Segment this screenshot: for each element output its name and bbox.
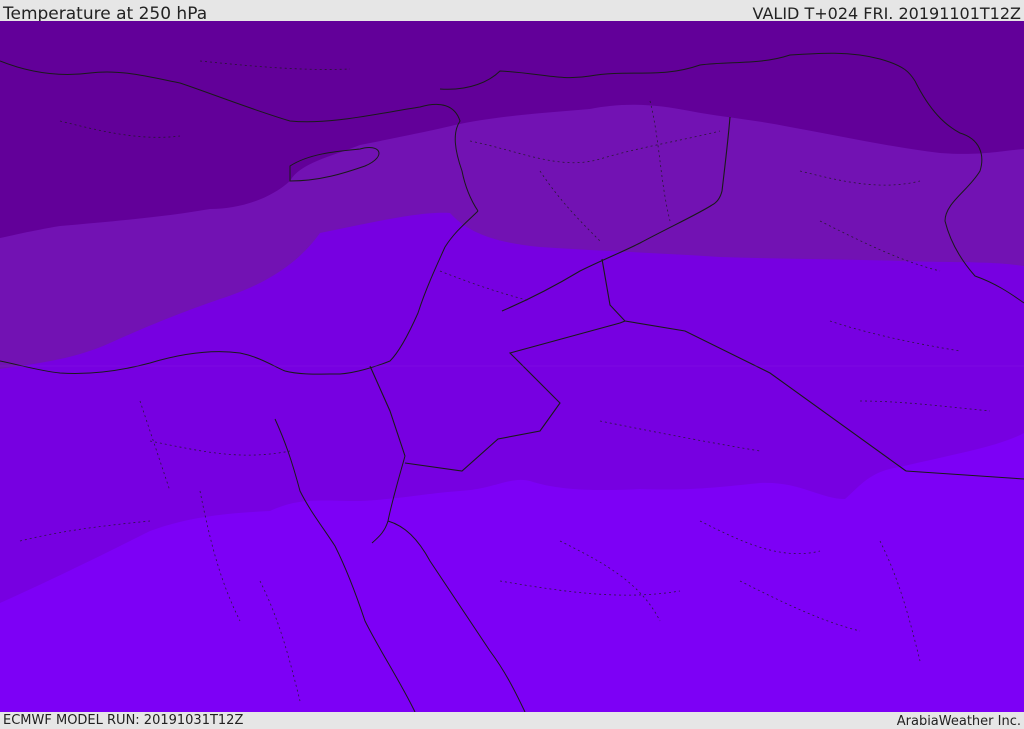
model-run-label: ECMWF MODEL RUN: 20191031T12Z bbox=[3, 713, 244, 728]
temperature-map-svg bbox=[0, 21, 1024, 712]
credit-label: ArabiaWeather Inc. bbox=[896, 714, 1021, 729]
map-footer: ECMWF MODEL RUN: 20191031T12Z ArabiaWeat… bbox=[0, 712, 1024, 729]
map-title: Temperature at 250 hPa bbox=[3, 4, 208, 21]
map-header: Temperature at 250 hPa VALID T+024 FRI. … bbox=[0, 0, 1024, 21]
weather-map bbox=[0, 21, 1024, 712]
valid-time: VALID T+024 FRI. 20191101T12Z bbox=[752, 4, 1021, 21]
